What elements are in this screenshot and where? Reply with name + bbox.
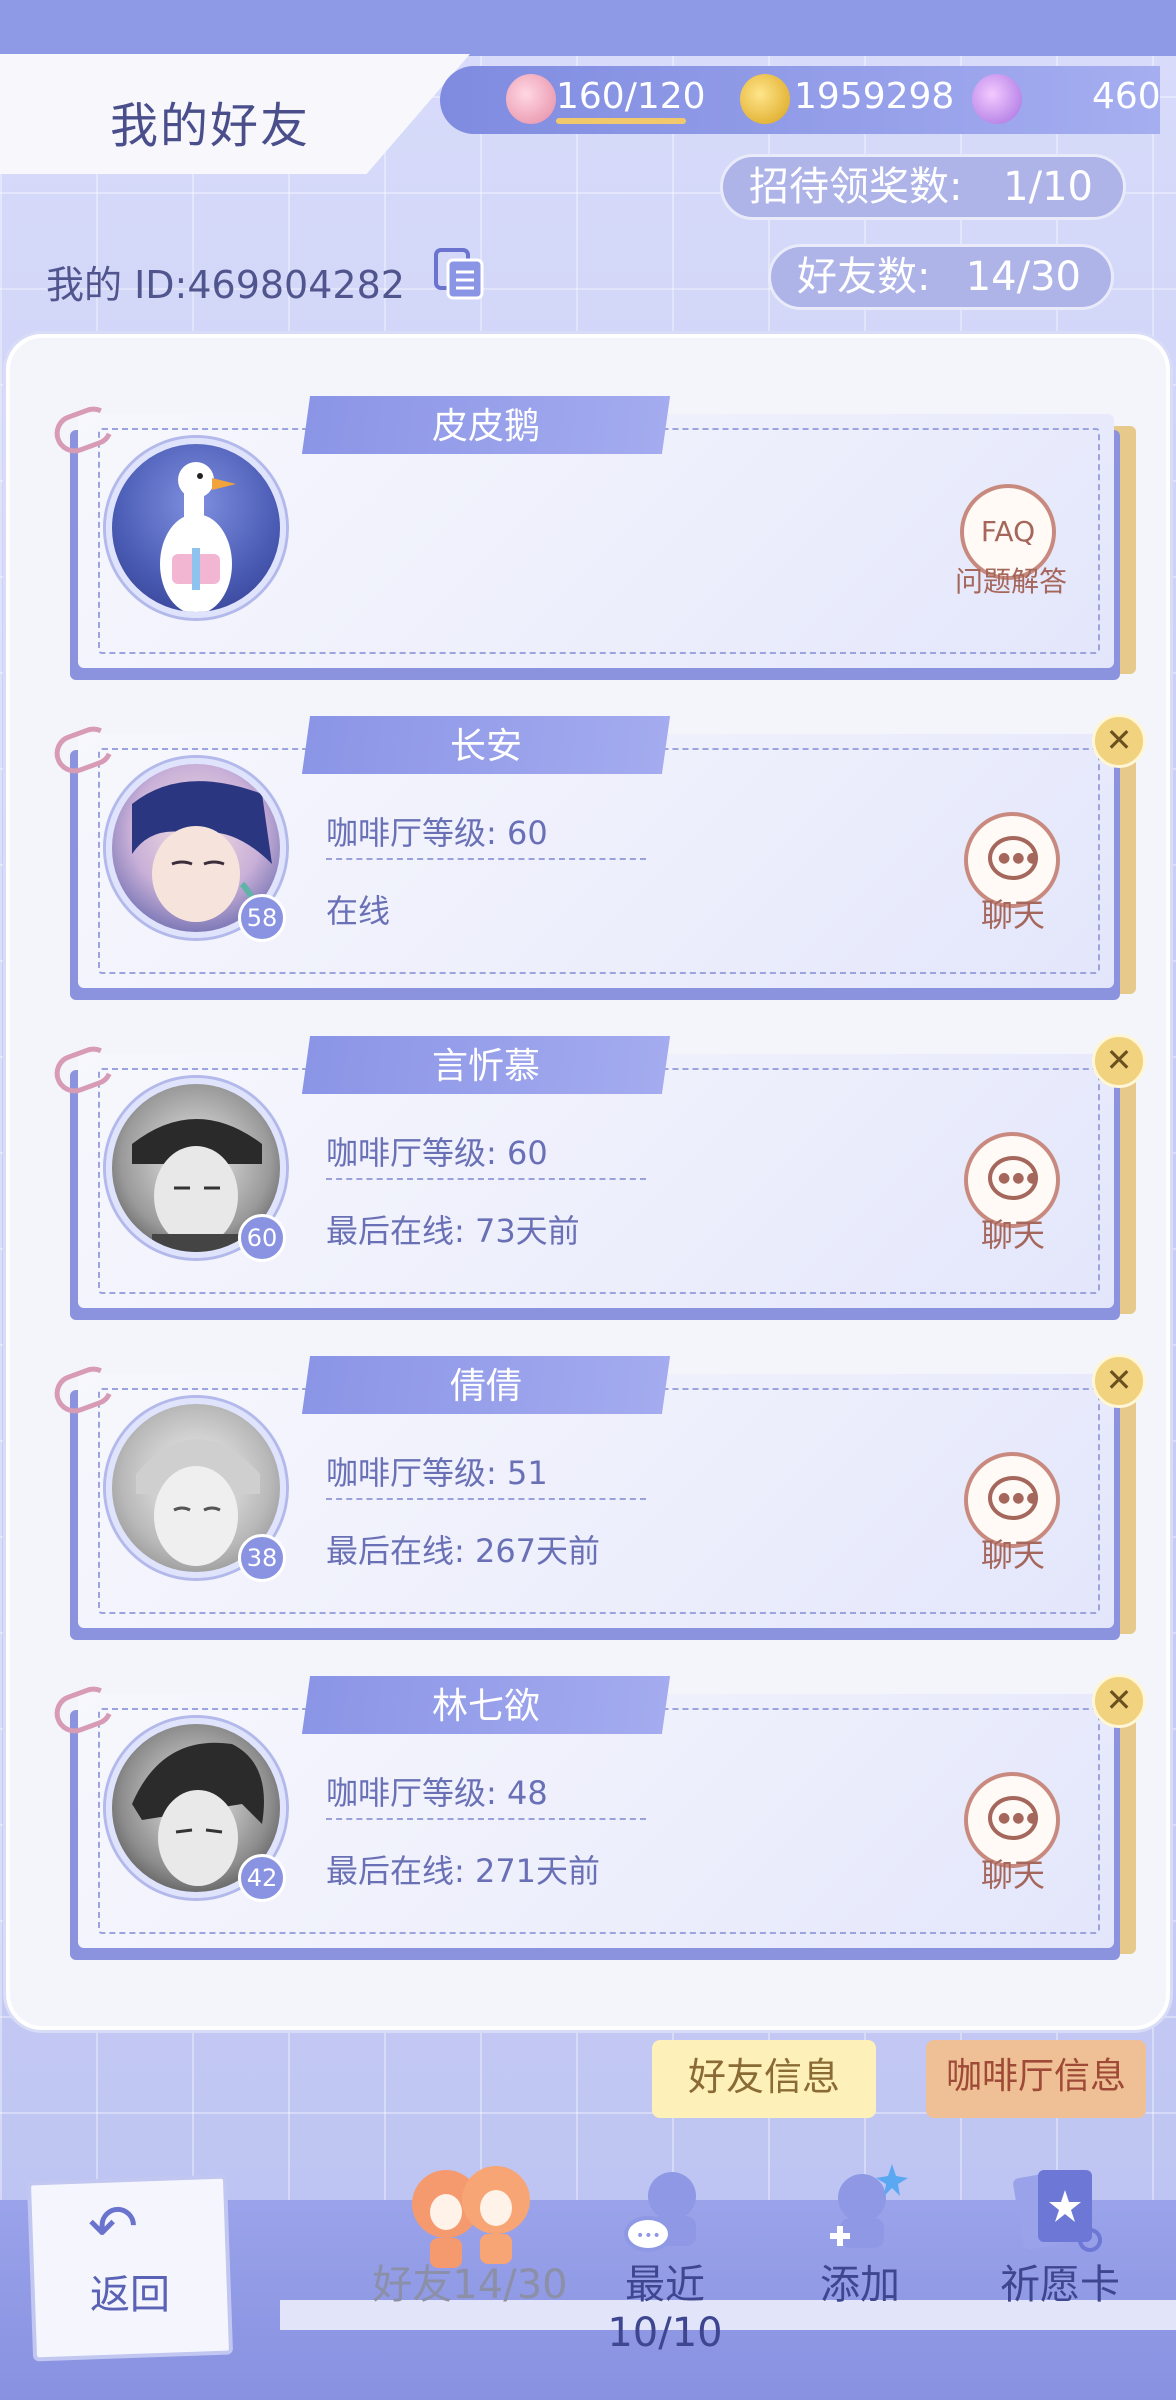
level-badge: 42	[238, 1854, 286, 1902]
friend-card[interactable]: 林七欲 42 咖啡厅等级: 48 最后在线: 271天前 ●●● 聊天 ✕	[48, 1674, 1146, 1960]
svg-text:•••: •••	[636, 2228, 661, 2244]
online-status: 最后在线: 267天前	[326, 1532, 601, 1570]
online-status: 在线	[326, 892, 391, 930]
friend-name: 林七欲	[431, 1686, 540, 1727]
back-arrow-icon[interactable]: ↶	[88, 2192, 138, 2262]
page-title: 我的好友	[110, 98, 311, 154]
nav-recent[interactable]: 最近10/10	[570, 2252, 760, 2356]
stamina-value: 160/120	[556, 76, 706, 117]
friend-count-pill: 好友数: 14/30	[768, 244, 1114, 310]
pin-icon[interactable]: ✕	[1092, 1354, 1146, 1408]
nav-friends[interactable]: 好友14/30	[370, 2252, 570, 2310]
cafe-level: 咖啡厅等级: 51	[326, 1454, 548, 1492]
pin-icon[interactable]: ✕	[1092, 1034, 1146, 1088]
divider	[326, 1498, 646, 1500]
level-badge: 60	[238, 1214, 286, 1262]
coins-value: 1959298	[794, 76, 955, 117]
friend-name: 长安	[449, 726, 522, 767]
friend-count-label: 好友数:	[797, 254, 931, 300]
friend-card[interactable]: 倩倩 38 咖啡厅等级: 51 最后在线: 267天前 ●●● 聊天 ✕	[48, 1354, 1146, 1640]
back-label[interactable]: 返回	[30, 2262, 230, 2320]
cafe-level: 咖啡厅等级: 60	[326, 814, 548, 852]
friend-count-value: 14/30	[965, 254, 1081, 300]
gems-value: 460	[1092, 76, 1161, 117]
friend-name: 言忻慕	[431, 1046, 540, 1087]
cafe-level: 咖啡厅等级: 48	[326, 1774, 548, 1812]
copy-id-icon[interactable]	[432, 246, 488, 302]
chat-label: 聊天	[980, 1216, 1045, 1254]
friend-list-panel[interactable]: 皮皮鹅 FAQ 问题解答 长安 58 咖啡厅等级: 60 在线 ●●● 聊天 ✕…	[6, 334, 1170, 2030]
reception-value: 1/10	[1003, 164, 1093, 210]
level-badge: 38	[238, 1534, 286, 1582]
my-id: 我的 ID:469804282	[46, 263, 405, 307]
friend-name: 倩倩	[449, 1366, 522, 1407]
online-status: 最后在线: 271天前	[326, 1852, 601, 1890]
chat-label: 聊天	[980, 1536, 1045, 1574]
wish-card-nav-icon[interactable]	[1008, 2160, 1108, 2260]
friend-card[interactable]: 长安 58 咖啡厅等级: 60 在线 ●●● 聊天 ✕	[48, 714, 1146, 1000]
tab-friend-info[interactable]: 好友信息	[652, 2040, 876, 2118]
chat-label: 聊天	[980, 896, 1045, 934]
level-badge: 58	[238, 894, 286, 942]
gem-icon[interactable]	[972, 74, 1022, 124]
cafe-level: 咖啡厅等级: 60	[326, 1134, 548, 1172]
reception-pill: 招待领奖数: 1/10	[720, 154, 1126, 220]
pin-icon[interactable]: ✕	[1092, 1674, 1146, 1728]
online-status: 最后在线: 73天前	[326, 1212, 580, 1250]
coin-icon	[740, 74, 790, 124]
friend-card[interactable]: 言忻慕 60 咖啡厅等级: 60 最后在线: 73天前 ●●● 聊天 ✕	[48, 1034, 1146, 1320]
reception-label: 招待领奖数:	[749, 164, 963, 210]
friend-card[interactable]: 皮皮鹅 FAQ 问题解答	[48, 396, 1136, 680]
add-friend-nav-icon[interactable]	[818, 2160, 908, 2260]
friend-name: 皮皮鹅	[431, 406, 540, 447]
avatar[interactable]	[106, 438, 286, 618]
top-band	[0, 0, 1176, 56]
nav-wish-card[interactable]: 祈愿卡	[980, 2252, 1140, 2310]
divider	[326, 858, 646, 860]
cake-icon[interactable]	[506, 74, 556, 124]
chat-label: 聊天	[980, 1856, 1045, 1894]
divider	[326, 1818, 646, 1820]
recent-nav-icon[interactable]: •••	[622, 2160, 712, 2260]
faq-label: 问题解答	[954, 565, 1067, 598]
stamina-bar	[556, 118, 686, 124]
tab-cafe-info[interactable]: 咖啡厅信息	[926, 2040, 1146, 2118]
divider	[326, 1178, 646, 1180]
nav-add[interactable]: 添加	[800, 2252, 920, 2310]
pin-icon[interactable]: ✕	[1092, 714, 1146, 768]
